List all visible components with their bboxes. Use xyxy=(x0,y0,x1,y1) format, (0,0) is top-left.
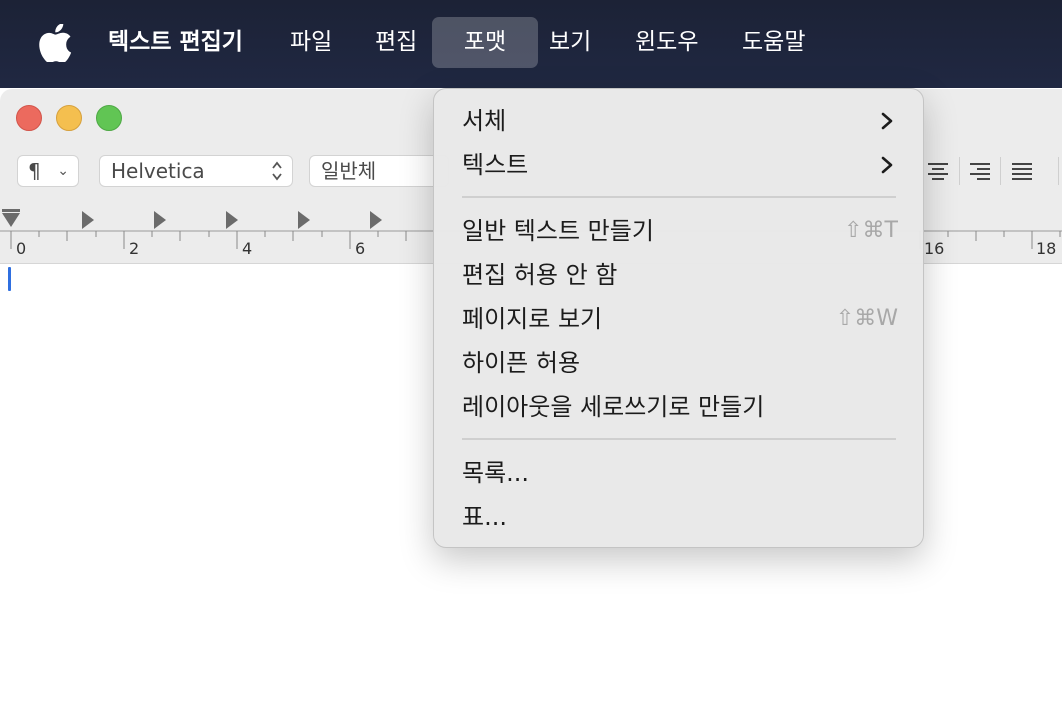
toolbar-separator xyxy=(1058,157,1059,185)
menu-separator xyxy=(462,438,896,440)
menu-window[interactable]: 윈도우 xyxy=(623,17,710,68)
menu-item-wrap-to-page[interactable]: 페이지로 보기 ⇧⌘W xyxy=(462,299,898,339)
menu-item-table[interactable]: 표... xyxy=(462,497,898,537)
ruler-label: 18 xyxy=(1036,239,1057,258)
menu-item-label: 목록... xyxy=(462,459,530,487)
format-menu-dropdown: 서체 텍스트 일반 텍스트 만들기 ⇧⌘T 편집 허용 안 함 페이지로 보기 … xyxy=(433,88,924,548)
toolbar-separator xyxy=(959,157,960,185)
ruler-label: 6 xyxy=(355,239,366,258)
align-justify-icon[interactable] xyxy=(1009,159,1035,183)
menu-format[interactable]: 포맷 xyxy=(432,17,538,68)
menu-item-list[interactable]: 목록... xyxy=(462,453,898,493)
menu-item-label: 표... xyxy=(462,503,507,531)
toolbar-separator xyxy=(1000,157,1001,185)
ruler-label: 2 xyxy=(129,239,140,258)
menu-item-label: 일반 텍스트 만들기 xyxy=(462,217,654,245)
apple-logo-icon[interactable] xyxy=(38,23,72,63)
menu-item-make-plain-text[interactable]: 일반 텍스트 만들기 ⇧⌘T xyxy=(462,211,898,251)
keyboard-shortcut: ⇧⌘W xyxy=(835,306,898,331)
menu-item-prevent-editing[interactable]: 편집 허용 안 함 xyxy=(462,255,898,295)
font-style-popup[interactable]: 일반체 xyxy=(309,155,449,187)
menu-item-text[interactable]: 텍스트 xyxy=(462,145,898,185)
keyboard-shortcut: ⇧⌘T xyxy=(844,218,898,243)
menu-item-allow-hyphenation[interactable]: 하이픈 허용 xyxy=(462,343,898,383)
menu-help[interactable]: 도움말 xyxy=(730,17,817,68)
paragraph-style-popup[interactable]: ¶ ⌄ xyxy=(17,155,79,187)
menu-item-font[interactable]: 서체 xyxy=(462,101,898,141)
font-style-value: 일반체 xyxy=(321,159,377,183)
menu-item-label: 하이픈 허용 xyxy=(462,349,581,377)
close-window-button[interactable] xyxy=(16,105,42,131)
menu-item-label: 서체 xyxy=(462,107,507,135)
font-family-popup[interactable]: Helvetica xyxy=(99,155,293,187)
menu-item-label: 페이지로 보기 xyxy=(462,305,603,333)
minimize-window-button[interactable] xyxy=(56,105,82,131)
menu-app-name[interactable]: 텍스트 편집기 xyxy=(96,17,255,68)
menu-item-label: 텍스트 xyxy=(462,151,529,179)
menu-item-label: 편집 허용 안 함 xyxy=(462,261,618,289)
chevron-down-icon: ⌄ xyxy=(57,163,69,179)
align-center-icon[interactable] xyxy=(925,159,951,183)
updown-chevron-icon xyxy=(271,156,283,186)
menu-separator xyxy=(462,196,896,198)
ruler-label: 16 xyxy=(924,239,945,258)
ruler-label: 4 xyxy=(242,239,253,258)
font-family-value: Helvetica xyxy=(111,159,205,183)
menu-file[interactable]: 파일 xyxy=(278,17,344,68)
paragraph-icon: ¶ xyxy=(28,159,41,183)
ruler-label: 0 xyxy=(16,239,27,258)
menu-view[interactable]: 보기 xyxy=(537,17,603,68)
zoom-window-button[interactable] xyxy=(96,105,122,131)
menu-edit[interactable]: 편집 xyxy=(363,17,429,68)
align-right-icon[interactable] xyxy=(967,159,993,183)
chevron-right-icon xyxy=(881,112,893,130)
chevron-right-icon xyxy=(881,156,893,174)
menu-item-label: 레이아웃을 세로쓰기로 만들기 xyxy=(462,393,765,421)
menu-bar: 텍스트 편집기 파일 편집 포맷 보기 윈도우 도움말 xyxy=(0,0,1062,88)
menu-item-vertical-layout[interactable]: 레이아웃을 세로쓰기로 만들기 xyxy=(462,387,898,427)
